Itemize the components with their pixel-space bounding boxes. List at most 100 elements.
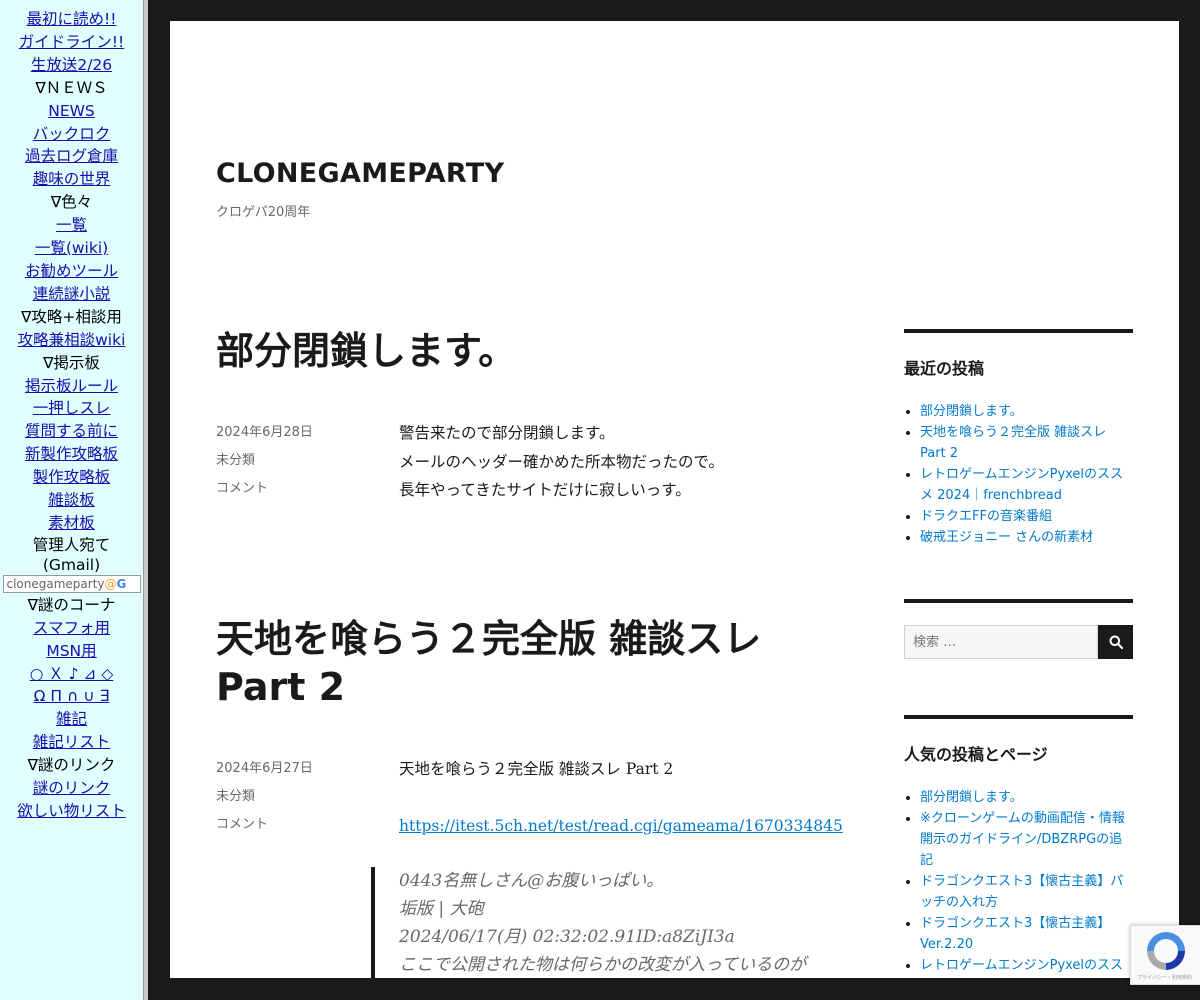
quote-line: ここで公開された物は何らかの改変が入っているのが bbox=[399, 955, 807, 975]
post-title-line[interactable]: Part 2 bbox=[216, 663, 761, 711]
nav-item[interactable]: 質問する前に bbox=[0, 420, 143, 443]
nav-link[interactable]: 掲示板ルール bbox=[25, 377, 118, 395]
nav-link[interactable]: 素材板 bbox=[48, 514, 95, 532]
nav-link[interactable]: MSN用 bbox=[46, 642, 96, 660]
post-title[interactable]: 部分閉鎖します。 bbox=[216, 327, 516, 375]
nav-link[interactable]: 雑談板 bbox=[48, 491, 95, 509]
nav-item[interactable]: NEWS bbox=[0, 100, 143, 123]
post-comment-link[interactable]: コメント bbox=[216, 475, 313, 503]
nav-item[interactable]: 雑記リスト bbox=[0, 731, 143, 754]
recaptcha-privacy-text[interactable]: プライバシー・利用規約 bbox=[1137, 974, 1192, 981]
nav-link[interactable]: スマフォ用 bbox=[33, 619, 110, 637]
nav-item[interactable]: MSN用 bbox=[0, 640, 143, 663]
post-category[interactable]: 未分類 bbox=[216, 783, 313, 811]
nav-link[interactable]: 雑記リスト bbox=[33, 733, 111, 751]
nav-link[interactable]: 一覧(wiki) bbox=[35, 239, 108, 257]
post-date[interactable]: 2024年6月27日 bbox=[216, 755, 313, 783]
widget-post-link[interactable]: レトロゲームエンジンPyxelのススメ 2024｜frenchbread bbox=[920, 467, 1123, 503]
nav-item[interactable]: 雑談板 bbox=[0, 489, 143, 512]
nav-item[interactable]: 一覧(wiki) bbox=[0, 237, 143, 260]
nav-item[interactable]: 連続謎小説 bbox=[0, 283, 143, 306]
widget-post-link-text[interactable]: ドラゴンクエスト3【懐古主義】パ bbox=[920, 874, 1123, 889]
widget-post-link[interactable]: ※クローンゲームの動画配信・情報 開示のガイドライン/DBZRPGの追記 bbox=[920, 811, 1125, 868]
nav-item[interactable]: 攻略兼相談wiki bbox=[0, 329, 143, 352]
widget-post-link-text[interactable]: 破戒王ジョニー さんの新素材 bbox=[920, 530, 1093, 545]
nav-link[interactable]: バックロク bbox=[33, 125, 111, 143]
nav-link[interactable]: 新製作攻略板 bbox=[25, 445, 118, 463]
post-category[interactable]: 未分類 bbox=[216, 447, 313, 475]
nav-item[interactable]: スマフォ用 bbox=[0, 617, 143, 640]
search-input[interactable] bbox=[904, 625, 1098, 659]
widget-post-link-text[interactable]: 部分閉鎖します。 bbox=[920, 790, 1023, 805]
nav-item[interactable]: 生放送2/26 bbox=[0, 54, 143, 77]
nav-link[interactable]: 過去ログ倉庫 bbox=[25, 147, 118, 165]
nav-link[interactable]: 生放送2/26 bbox=[31, 56, 112, 74]
widget-post-link-text[interactable]: 開示のガイドライン/DBZRPGの追 bbox=[920, 832, 1122, 847]
nav-link[interactable]: NEWS bbox=[48, 102, 95, 120]
widget-post-link[interactable]: 天地を喰らう２完全版 雑談スレ Part 2 bbox=[920, 425, 1106, 461]
nav-link[interactable]: 趣味の世界 bbox=[33, 170, 111, 188]
nav-link[interactable]: Ω Π ∩ ∪ ∃ bbox=[34, 687, 110, 705]
nav-link[interactable]: 連続謎小説 bbox=[33, 285, 111, 303]
post-title[interactable]: 天地を喰らう２完全版 雑談スレ Part 2 bbox=[216, 615, 761, 711]
widget-post-link-text[interactable]: Ver.2.20 bbox=[920, 937, 973, 952]
nav-item[interactable]: 新製作攻略板 bbox=[0, 443, 143, 466]
widget-post-link[interactable]: 部分閉鎖します。 bbox=[920, 790, 1023, 805]
nav-item[interactable]: 謎のリンク bbox=[0, 777, 143, 800]
nav-item[interactable]: 最初に読め!! bbox=[0, 8, 143, 31]
nav-item[interactable]: 掲示板ルール bbox=[0, 375, 143, 398]
nav-item[interactable]: ○ Ｘ ♪ ⊿ ◇ bbox=[0, 663, 143, 686]
nav-item[interactable]: バックロク bbox=[0, 123, 143, 146]
nav-item[interactable]: 製作攻略板 bbox=[0, 466, 143, 489]
search-button[interactable] bbox=[1098, 625, 1133, 659]
widget-post-link-text[interactable]: 記 bbox=[920, 853, 933, 868]
nav-item[interactable]: お勧めツール bbox=[0, 260, 143, 283]
nav-item[interactable]: 一覧 bbox=[0, 214, 143, 237]
widget-post-link[interactable]: ドラゴンクエスト3【懐古主義】 Ver.2.20 bbox=[920, 916, 1110, 952]
widget-post-link-text[interactable]: レトロゲームエンジンPyxelのスス bbox=[920, 467, 1123, 482]
widget-post-link[interactable]: ドラゴンクエスト3【懐古主義】パ ッチの入れ方 bbox=[920, 874, 1123, 910]
nav-link[interactable]: 雑記 bbox=[56, 710, 87, 728]
nav-item[interactable]: Ω Π ∩ ∪ ∃ bbox=[0, 685, 143, 708]
nav-link[interactable]: 一押しスレ bbox=[33, 399, 111, 417]
widget-post-link-text[interactable]: 部分閉鎖します。 bbox=[920, 404, 1023, 419]
widget-post-link[interactable]: 部分閉鎖します。 bbox=[920, 404, 1023, 419]
nav-item[interactable]: 過去ログ倉庫 bbox=[0, 145, 143, 168]
widget-post-link[interactable]: ドラクエFFの音楽番組 bbox=[920, 509, 1052, 524]
nav-link[interactable]: 攻略兼相談wiki bbox=[18, 331, 126, 349]
nav-link[interactable]: 謎のリンク bbox=[33, 779, 111, 797]
nav-item[interactable]: 欲しい物リスト bbox=[0, 800, 143, 823]
nav-link[interactable]: 質問する前に bbox=[25, 422, 118, 440]
widget-list-item: ドラゴンクエスト3【懐古主義】 Ver.2.20 bbox=[920, 913, 1133, 955]
widget-post-link-text[interactable]: ドラゴンクエスト3【懐古主義】 bbox=[920, 916, 1110, 931]
widget-post-link-text[interactable]: ッチの入れ方 bbox=[920, 895, 998, 910]
widget-post-link-text[interactable]: ドラクエFFの音楽番組 bbox=[920, 509, 1052, 524]
nav-item[interactable]: 趣味の世界 bbox=[0, 168, 143, 191]
widget-post-link-text[interactable]: Part 2 bbox=[920, 446, 958, 461]
widget-post-link-text[interactable]: ※クローンゲームの動画配信・情報 bbox=[920, 811, 1125, 826]
nav-item[interactable]: 雑記 bbox=[0, 708, 143, 731]
nav-item[interactable]: 一押しスレ bbox=[0, 397, 143, 420]
widget-post-link-text[interactable]: メ 2024｜frenchbread bbox=[920, 488, 1062, 503]
thread-link[interactable]: https://itest.5ch.net/test/read.cgi/game… bbox=[399, 817, 843, 835]
nav-link[interactable]: お勧めツール bbox=[25, 262, 118, 280]
widget-post-link-text[interactable]: レトロゲームエンジンPyxelのスス bbox=[920, 958, 1123, 973]
post-title-text[interactable]: 部分閉鎖します。 bbox=[216, 329, 516, 373]
nav-link[interactable]: ○ Ｘ ♪ ⊿ ◇ bbox=[30, 665, 114, 683]
recaptcha-badge[interactable]: プライバシー・利用規約 bbox=[1130, 925, 1200, 985]
widget-post-link-text[interactable]: 天地を喰らう２完全版 雑談スレ bbox=[920, 425, 1106, 440]
frame-divider[interactable] bbox=[143, 0, 148, 1000]
widget-post-link[interactable]: 破戒王ジョニー さんの新素材 bbox=[920, 530, 1093, 545]
nav-item[interactable]: 素材板 bbox=[0, 512, 143, 535]
post-title-line[interactable]: 天地を喰らう２完全版 雑談スレ bbox=[216, 615, 761, 663]
nav-link[interactable]: 製作攻略板 bbox=[33, 468, 111, 486]
post-date[interactable]: 2024年6月28日 bbox=[216, 419, 313, 447]
nav-link[interactable]: 一覧 bbox=[56, 216, 87, 234]
site-title[interactable]: CLONEGAMEPARTY bbox=[216, 158, 504, 189]
post-comment-link[interactable]: コメント bbox=[216, 811, 313, 839]
widget-post-link[interactable]: レトロゲームエンジンPyxelのススメ 2024｜frenchbread bbox=[920, 958, 1123, 978]
nav-link[interactable]: 最初に読め!! bbox=[27, 10, 117, 28]
nav-item[interactable]: ガイドライン!! bbox=[0, 31, 143, 54]
nav-link[interactable]: ガイドライン!! bbox=[19, 33, 124, 51]
nav-link[interactable]: 欲しい物リスト bbox=[17, 802, 126, 820]
